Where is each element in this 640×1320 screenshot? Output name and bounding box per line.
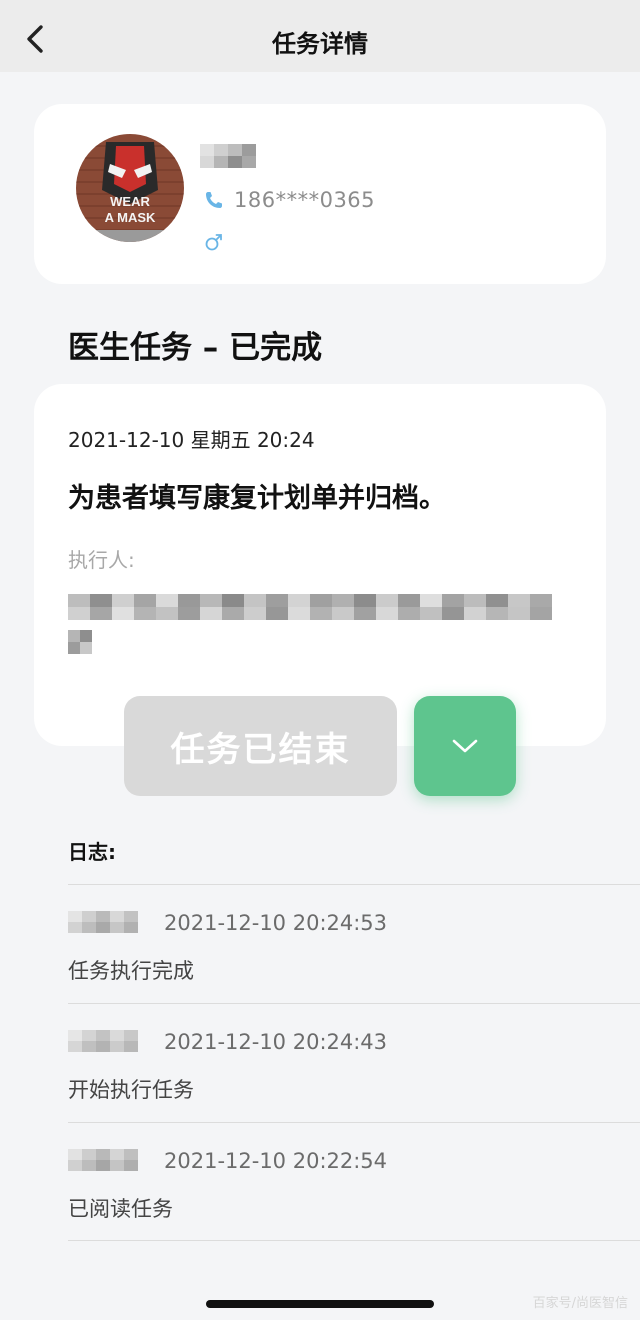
avatar-text: WEAR (110, 194, 150, 209)
avatar-text: A MASK (105, 210, 156, 225)
task-card: 2021-12-10 星期五 20:24 为患者填写康复计划单并归档。 执行人: (34, 384, 606, 746)
page-title: 任务详情 (272, 30, 368, 58)
phone-row: 186****0365 (204, 188, 375, 212)
expand-button[interactable] (414, 696, 516, 796)
log-time: 2021-12-10 20:24:53 (164, 911, 388, 935)
log-action: 开始执行任务 (68, 1078, 194, 1102)
log-entry: 2021-12-10 20:24:53 任务执行完成 (68, 884, 640, 1003)
log-user (68, 1149, 138, 1171)
executor-label: 执行人: (68, 548, 135, 572)
log-time: 2021-12-10 20:22:54 (164, 1149, 388, 1173)
log-time: 2021-12-10 20:24:43 (164, 1030, 388, 1054)
navigation-bar: 任务详情 (0, 0, 640, 72)
male-icon (205, 234, 222, 251)
task-datetime: 2021-12-10 星期五 20:24 (68, 428, 315, 452)
log-title: 日志: (68, 840, 116, 864)
task-description: 为患者填写康复计划单并归档。 (68, 483, 446, 514)
log-list: 2021-12-10 20:24:53 任务执行完成 2021-12-10 20… (68, 884, 640, 1241)
executor-value-cont (68, 630, 92, 654)
patient-name (200, 144, 256, 168)
log-entry: 2021-12-10 20:22:54 已阅读任务 (68, 1122, 640, 1241)
avatar[interactable]: WEAR A MASK (76, 134, 184, 242)
log-entry: 2021-12-10 20:24:43 开始执行任务 (68, 1003, 640, 1122)
patient-phone: 186****0365 (234, 188, 376, 212)
task-ended-button[interactable]: 任务已结束 (124, 696, 397, 796)
phone-icon (206, 192, 222, 208)
home-indicator[interactable] (206, 1300, 434, 1308)
patient-card: WEAR A MASK 186****0365 (34, 104, 606, 284)
executor-value (68, 594, 558, 620)
chevron-down-icon (452, 739, 478, 753)
log-user (68, 1030, 138, 1052)
log-user (68, 911, 138, 933)
task-status-title: 医生任务 – 已完成 (68, 330, 323, 366)
log-action: 已阅读任务 (68, 1197, 173, 1221)
log-action: 任务执行完成 (68, 959, 194, 983)
watermark: 百家号/尚医智信 (532, 1296, 628, 1311)
